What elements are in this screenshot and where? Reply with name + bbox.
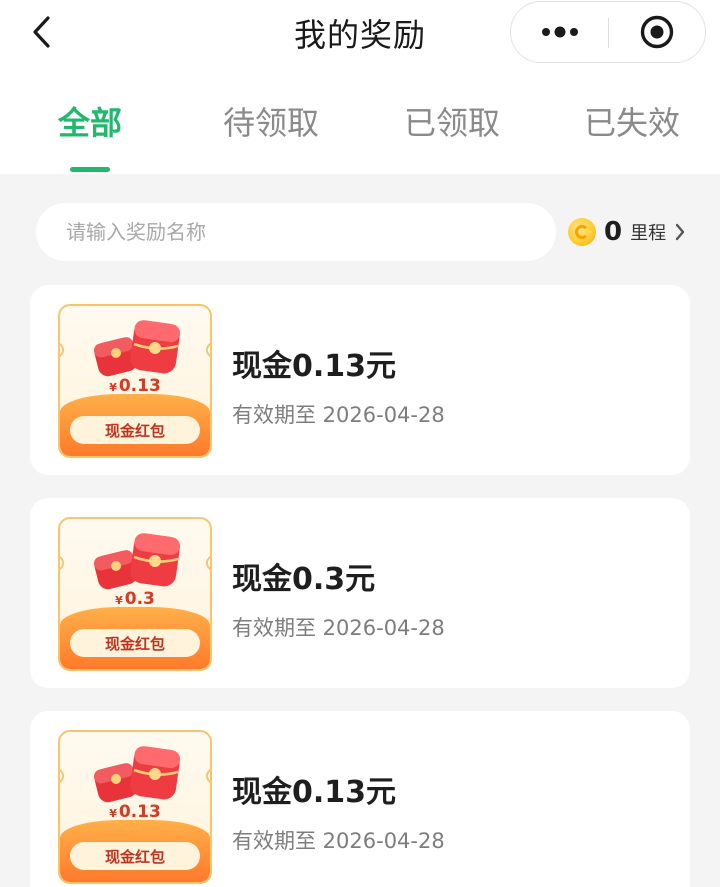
reward-badge-label: 现金红包 bbox=[70, 416, 200, 444]
reward-title: 现金0.13元 bbox=[232, 775, 397, 810]
tab-expired[interactable]: 已失效 bbox=[581, 98, 683, 146]
reward-expiry: 有效期至 2026-04-28 bbox=[232, 403, 445, 427]
red-envelope-icon bbox=[93, 533, 181, 590]
tab-all[interactable]: 全部 bbox=[56, 98, 124, 146]
reward-badge-label: 现金红包 bbox=[70, 842, 200, 870]
search-box[interactable] bbox=[36, 203, 556, 261]
reward-thumbnail: ¥0.13 现金红包 bbox=[58, 304, 212, 458]
points-balance[interactable]: 0 里程 bbox=[568, 212, 686, 252]
reward-title: 现金0.3元 bbox=[232, 562, 376, 597]
reward-card[interactable]: ¥0.13 现金红包 现金0.13元 有效期至 2026-04-28 bbox=[30, 711, 690, 887]
red-envelope-icon bbox=[93, 746, 181, 803]
reward-thumbnail: ¥0.3 现金红包 bbox=[58, 517, 212, 671]
coin-icon bbox=[568, 218, 596, 246]
tab-pending[interactable]: 待领取 bbox=[220, 98, 322, 146]
mini-program-capsule bbox=[510, 1, 706, 63]
reward-tabs: 全部 待领取 已领取 已失效 bbox=[0, 76, 720, 174]
reward-card[interactable]: ¥0.13 现金红包 现金0.13元 有效期至 2026-04-28 bbox=[30, 285, 690, 475]
reward-thumbnail: ¥0.13 现金红包 bbox=[58, 730, 212, 884]
search-input[interactable] bbox=[66, 220, 526, 244]
reward-badge-value: ¥0.13 bbox=[109, 802, 161, 822]
reward-expiry: 有效期至 2026-04-28 bbox=[232, 616, 445, 640]
reward-title: 现金0.13元 bbox=[232, 349, 397, 384]
reward-expiry: 有效期至 2026-04-28 bbox=[232, 829, 445, 853]
nav-bar: 我的奖励 bbox=[0, 0, 720, 76]
points-value: 0 bbox=[604, 217, 623, 247]
active-tab-indicator bbox=[70, 167, 110, 172]
chevron-right-icon bbox=[674, 222, 686, 242]
close-mini-program-button[interactable] bbox=[609, 2, 705, 62]
target-close-icon bbox=[640, 15, 674, 49]
points-unit: 里程 bbox=[630, 223, 667, 244]
more-dots-icon bbox=[541, 26, 578, 38]
reward-badge-label: 现金红包 bbox=[70, 629, 200, 657]
reward-badge-value: ¥0.3 bbox=[115, 589, 155, 609]
more-button[interactable] bbox=[511, 2, 608, 62]
tab-claimed[interactable]: 已领取 bbox=[401, 98, 503, 146]
reward-badge-value: ¥0.13 bbox=[109, 376, 161, 396]
reward-card[interactable]: ¥0.3 现金红包 现金0.3元 有效期至 2026-04-28 bbox=[30, 498, 690, 688]
red-envelope-icon bbox=[93, 320, 181, 377]
